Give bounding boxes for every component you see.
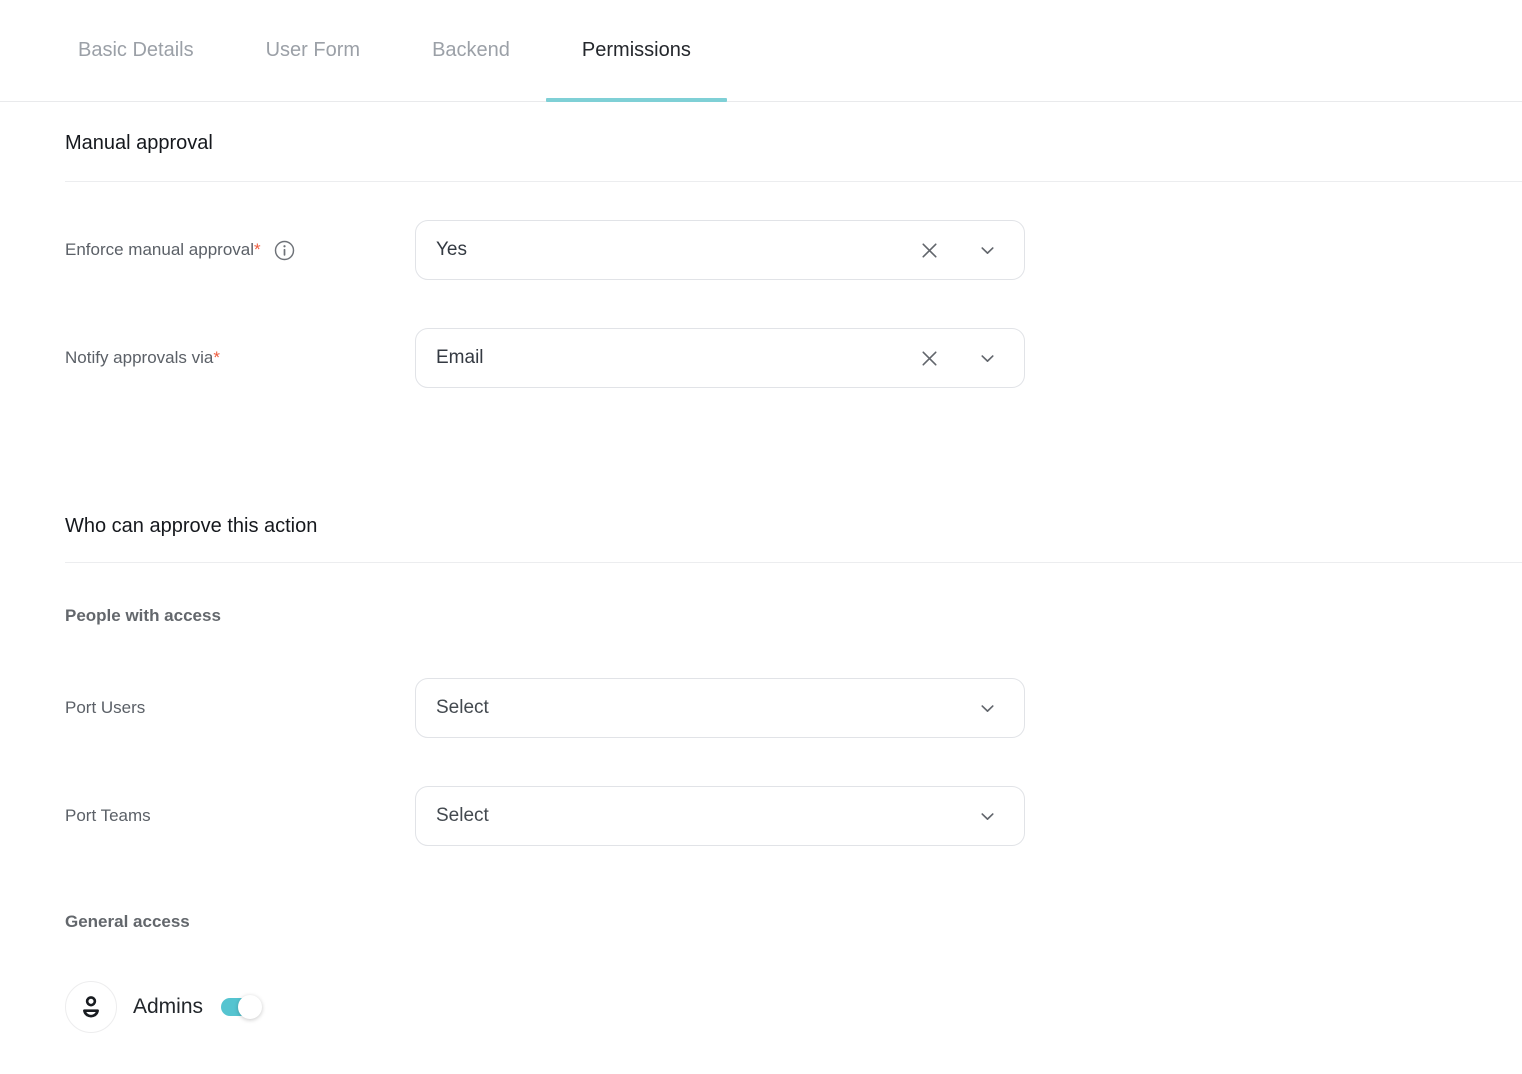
chevron-down-icon[interactable] bbox=[977, 240, 998, 261]
avatar bbox=[65, 981, 117, 1033]
general-access-admins-row: Admins bbox=[65, 981, 1522, 1033]
select-controls bbox=[977, 698, 998, 719]
field-label-col: Enforce manual approval* bbox=[65, 239, 415, 262]
required-asterisk: * bbox=[254, 240, 261, 259]
select-value: Email bbox=[436, 347, 918, 369]
info-icon[interactable] bbox=[273, 239, 296, 262]
subheading-people-with-access: People with access bbox=[65, 604, 1522, 628]
subheading-general-access: General access bbox=[65, 910, 1522, 934]
clear-icon[interactable] bbox=[918, 239, 941, 262]
field-label-port-teams: Port Teams bbox=[65, 805, 151, 827]
section-title-manual-approval: Manual approval bbox=[65, 131, 1522, 155]
tab-permissions[interactable]: Permissions bbox=[546, 0, 727, 101]
field-label-col: Port Users bbox=[65, 697, 415, 719]
toggle-knob bbox=[238, 995, 262, 1019]
chevron-down-icon[interactable] bbox=[977, 806, 998, 827]
section-title-who-can-approve: Who can approve this action bbox=[65, 514, 1522, 538]
section-divider bbox=[65, 562, 1522, 563]
field-row-enforce-manual-approval: Enforce manual approval* Yes bbox=[65, 220, 1522, 280]
field-label-port-users: Port Users bbox=[65, 697, 145, 719]
chevron-down-icon[interactable] bbox=[977, 348, 998, 369]
tab-bar: Basic Details User Form Backend Permissi… bbox=[0, 0, 1522, 102]
select-placeholder: Select bbox=[436, 697, 977, 719]
admins-label: Admins bbox=[133, 995, 203, 1019]
field-row-notify-approvals-via: Notify approvals via* Email bbox=[65, 328, 1522, 388]
field-label-notify-approvals-via: Notify approvals via* bbox=[65, 347, 220, 369]
field-label-text: Enforce manual approval bbox=[65, 240, 254, 259]
select-controls bbox=[918, 239, 998, 262]
notify-approvals-via-select[interactable]: Email bbox=[415, 328, 1025, 388]
section-divider bbox=[65, 181, 1522, 182]
field-label-text: Notify approvals via bbox=[65, 348, 213, 367]
field-label-col: Notify approvals via* bbox=[65, 347, 415, 369]
permissions-panel: Manual approval Enforce manual approval*… bbox=[0, 102, 1522, 1033]
port-teams-select[interactable]: Select bbox=[415, 786, 1025, 846]
clear-icon[interactable] bbox=[918, 347, 941, 370]
chevron-down-icon[interactable] bbox=[977, 698, 998, 719]
field-label-enforce-manual-approval: Enforce manual approval* bbox=[65, 239, 261, 261]
field-row-port-teams: Port Teams Select bbox=[65, 786, 1522, 846]
tab-basic-details[interactable]: Basic Details bbox=[42, 0, 230, 101]
field-row-port-users: Port Users Select bbox=[65, 678, 1522, 738]
required-asterisk: * bbox=[213, 348, 220, 367]
tab-user-form[interactable]: User Form bbox=[230, 0, 396, 101]
person-icon bbox=[76, 992, 106, 1022]
port-users-select[interactable]: Select bbox=[415, 678, 1025, 738]
enforce-manual-approval-select[interactable]: Yes bbox=[415, 220, 1025, 280]
select-placeholder: Select bbox=[436, 805, 977, 827]
tab-backend[interactable]: Backend bbox=[396, 0, 546, 101]
admins-toggle[interactable] bbox=[221, 998, 259, 1016]
select-controls bbox=[977, 806, 998, 827]
select-controls bbox=[918, 347, 998, 370]
select-value: Yes bbox=[436, 239, 918, 261]
field-label-col: Port Teams bbox=[65, 805, 415, 827]
